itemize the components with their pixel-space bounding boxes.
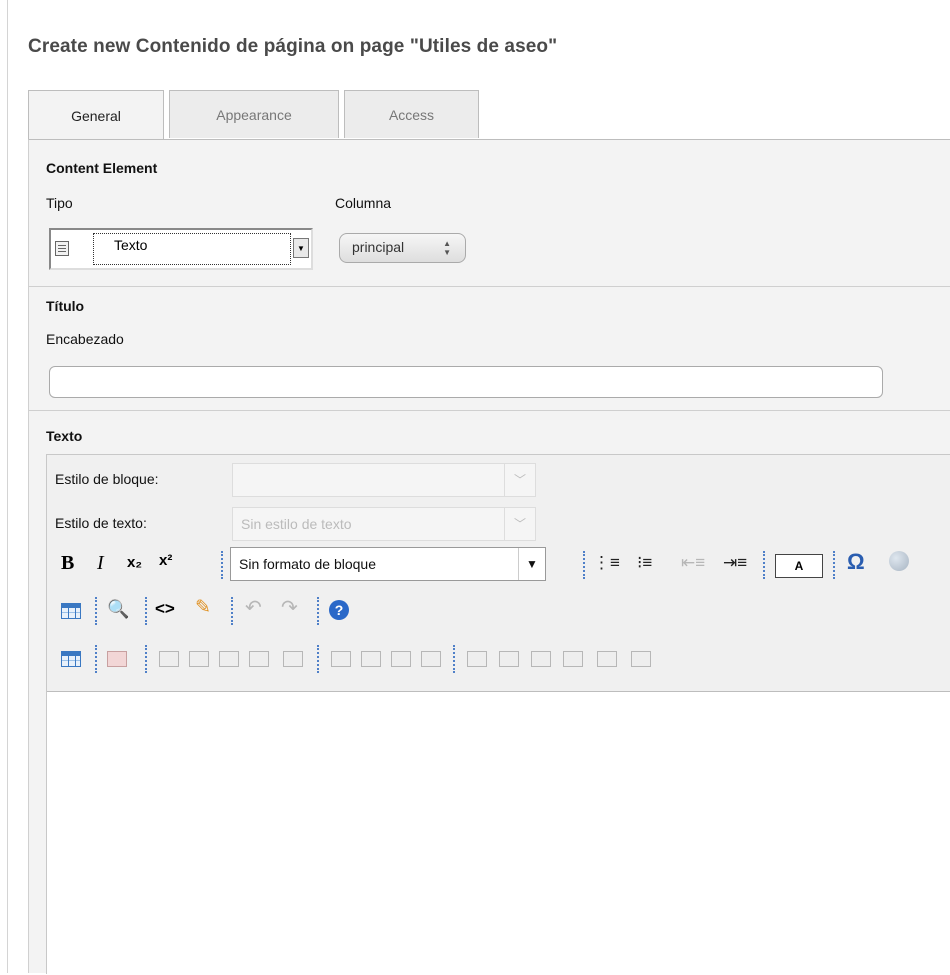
formato-bloque-select[interactable]: Sin formato de bloque ▼ <box>230 547 546 581</box>
outdent-icon[interactable]: ⇤≡ <box>681 553 705 573</box>
estilo-bloque-label: Estilo de bloque: <box>55 471 159 487</box>
html-source-button[interactable]: <> <box>155 599 175 619</box>
estilo-texto-label: Estilo de texto: <box>55 515 147 531</box>
row-properties-icon[interactable] <box>159 651 179 667</box>
delete-row-icon[interactable] <box>249 651 269 667</box>
toolbar-separator <box>317 597 321 625</box>
merge-cells-icon[interactable] <box>597 651 617 667</box>
split-cell-icon[interactable] <box>631 651 651 667</box>
chevron-down-icon: ﹀ <box>504 508 535 540</box>
delete-cell-icon[interactable] <box>563 651 583 667</box>
tab-appearance[interactable]: Appearance <box>169 90 339 138</box>
tab-general[interactable]: General <box>28 90 164 140</box>
text-element-icon <box>55 241 69 256</box>
find-replace-icon[interactable]: 🔍 <box>107 599 129 619</box>
left-border <box>7 0 8 973</box>
section-divider <box>29 410 950 411</box>
formato-bloque-value: Sin formato de bloque <box>239 556 376 572</box>
content-element-heading: Content Element <box>46 160 158 176</box>
page-title: Create new Contenido de página on page "… <box>28 36 558 57</box>
redo-icon[interactable]: ↷ <box>281 598 298 618</box>
chevron-down-icon[interactable]: ▼ <box>293 238 309 258</box>
insert-link-icon[interactable] <box>889 551 909 571</box>
toolbar-separator <box>453 645 457 673</box>
subscript-button[interactable]: x₂ <box>127 553 142 573</box>
toolbar-separator <box>145 597 149 625</box>
cleanup-broom-icon[interactable]: ✎ <box>195 598 211 618</box>
italic-button[interactable]: I <box>97 553 104 573</box>
insert-row-before-icon[interactable] <box>189 651 209 667</box>
cell-properties-icon[interactable] <box>467 651 487 667</box>
special-character-button[interactable]: Ω <box>847 551 865 573</box>
columna-label: Columna <box>335 195 392 211</box>
texto-heading: Texto <box>46 428 83 444</box>
section-divider <box>29 286 950 287</box>
unordered-list-icon[interactable]: ⁝≡ <box>637 553 652 573</box>
bold-button[interactable]: B <box>61 553 74 573</box>
toolbar-separator <box>95 597 99 625</box>
estilo-bloque-select[interactable]: ﹀ <box>232 463 536 497</box>
columna-select[interactable]: principal ▲ ▼ <box>339 233 466 263</box>
insert-row-after-icon[interactable] <box>219 651 239 667</box>
insert-cell-after-icon[interactable] <box>531 651 551 667</box>
toolbar-separator <box>763 551 767 579</box>
undo-icon[interactable]: ↶ <box>245 598 262 618</box>
ordered-list-icon[interactable]: ⋮≡ <box>593 553 620 573</box>
editor-toolbar: Estilo de bloque: ﹀ Estilo de texto: Sin… <box>47 455 950 692</box>
toolbar-separator <box>221 551 225 579</box>
toolbar-separator <box>833 551 837 579</box>
spinner-arrows-icon: ▲ ▼ <box>443 239 451 257</box>
encabezado-label: Encabezado <box>46 331 124 347</box>
split-row-icon[interactable] <box>283 651 303 667</box>
chevron-down-icon: ﹀ <box>504 464 535 496</box>
titulo-heading: Título <box>46 298 85 314</box>
insert-column-before-icon[interactable] <box>361 651 381 667</box>
insert-column-after-icon[interactable] <box>391 651 411 667</box>
column-properties-icon[interactable] <box>331 651 351 667</box>
chevron-down-icon: ▼ <box>518 548 545 580</box>
table-properties-icon[interactable] <box>61 651 81 667</box>
rich-text-editor: Estilo de bloque: ﹀ Estilo de texto: Sin… <box>46 454 950 975</box>
tipo-select-value: Texto <box>93 233 291 265</box>
tab-access[interactable]: Access <box>344 90 479 138</box>
delete-column-icon[interactable] <box>421 651 441 667</box>
tipo-label: Tipo <box>46 195 73 211</box>
toolbar-separator <box>95 645 99 673</box>
tipo-select[interactable]: Texto ▼ <box>49 228 313 270</box>
estilo-texto-value: Sin estilo de texto <box>241 516 352 532</box>
table-icon[interactable] <box>61 603 81 619</box>
help-icon[interactable]: ? <box>329 600 349 620</box>
indent-icon[interactable]: ⇥≡ <box>723 553 747 573</box>
delete-table-icon[interactable] <box>107 651 127 667</box>
text-color-button[interactable]: A <box>775 554 823 578</box>
toolbar-separator <box>317 645 321 673</box>
toolbar-separator <box>583 551 587 579</box>
superscript-button[interactable]: x² <box>159 551 172 571</box>
encabezado-input[interactable] <box>49 366 883 398</box>
estilo-texto-select[interactable]: Sin estilo de texto ﹀ <box>232 507 536 541</box>
insert-cell-before-icon[interactable] <box>499 651 519 667</box>
toolbar-separator <box>231 597 235 625</box>
toolbar-separator <box>145 645 149 673</box>
editor-content-area[interactable] <box>47 692 950 975</box>
columna-select-value: principal <box>352 239 405 255</box>
form-panel: Content Element Tipo Columna Texto ▼ pri… <box>28 139 950 975</box>
